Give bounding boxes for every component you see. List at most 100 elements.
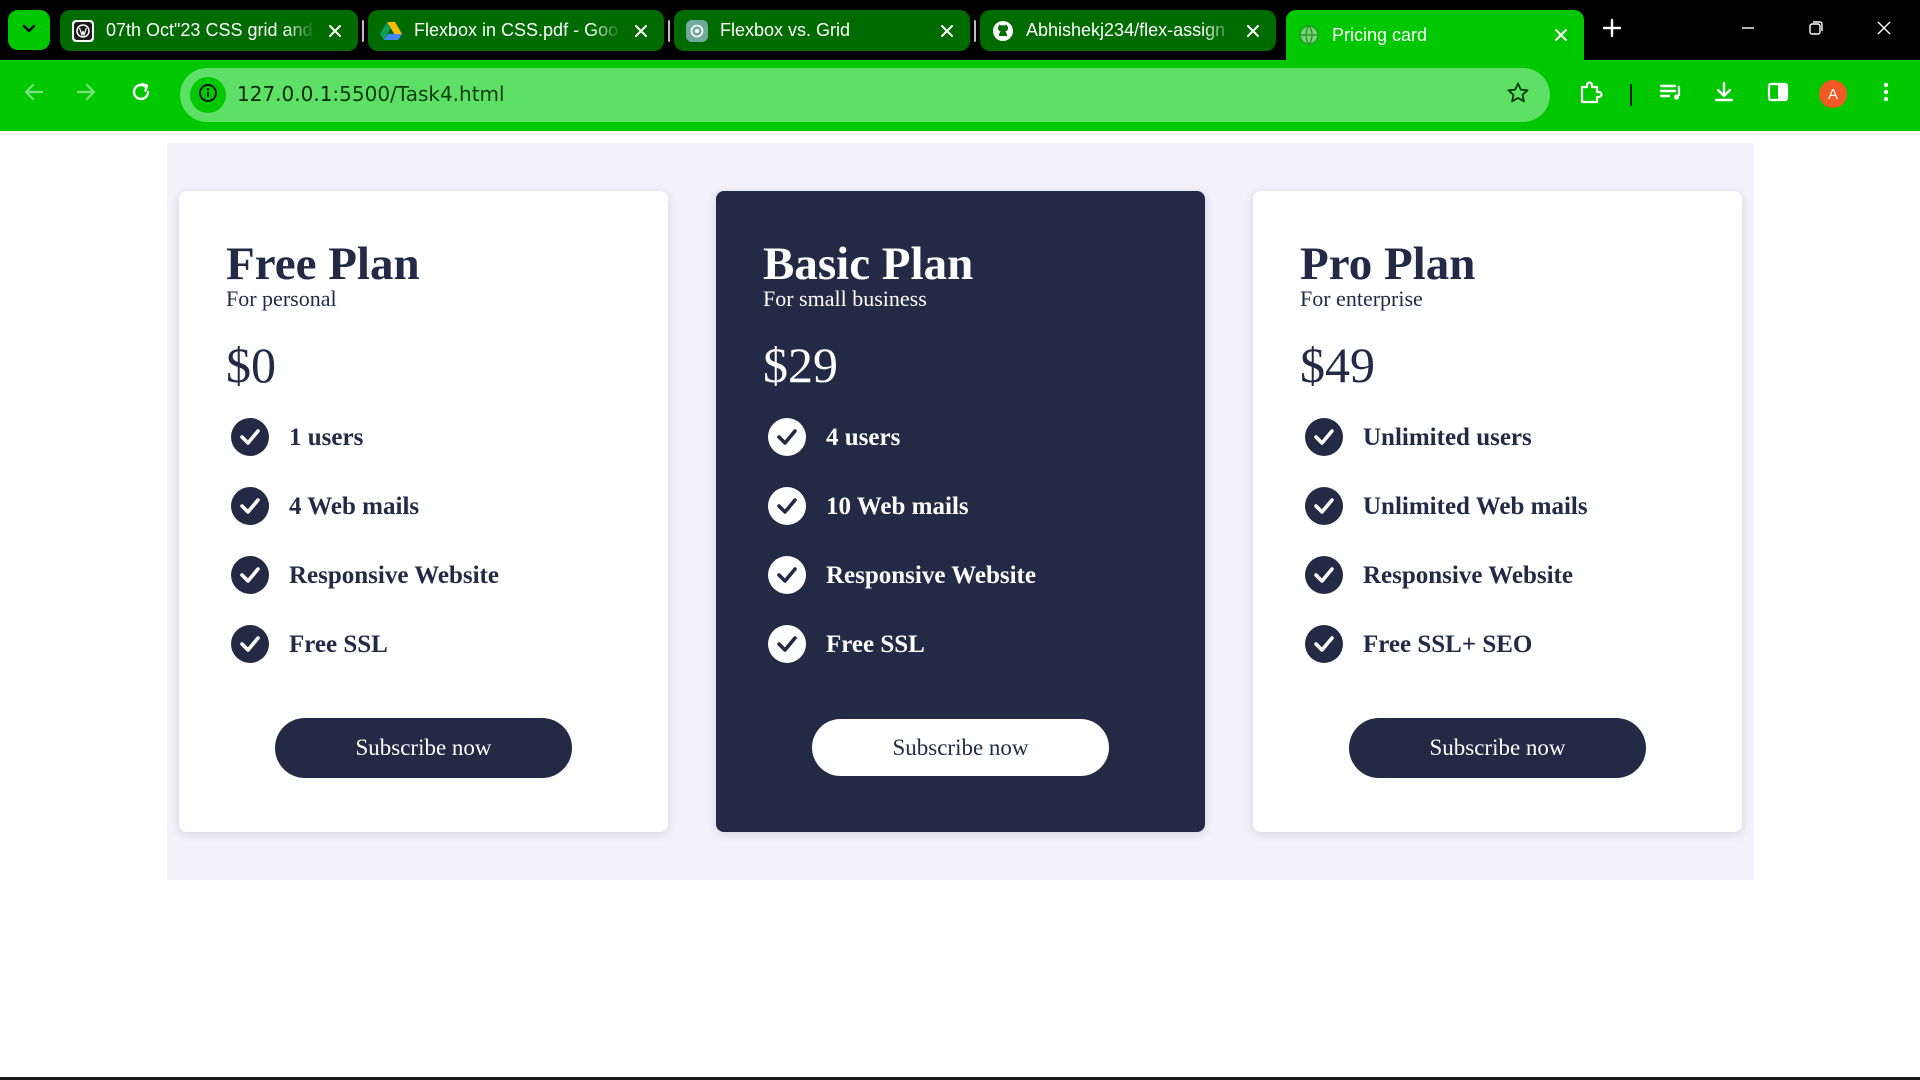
back-button[interactable] <box>14 74 54 114</box>
reload-button[interactable] <box>121 74 161 114</box>
feature-text: Unlimited users <box>1363 424 1532 451</box>
feature-text: Free SSL <box>289 631 388 658</box>
forward-button[interactable] <box>66 74 106 114</box>
plan-name: Free Plan <box>226 238 420 290</box>
check-circle-icon <box>231 556 269 594</box>
tab-separator <box>974 20 976 42</box>
more-vert-icon <box>1882 80 1890 109</box>
chevron-down-icon <box>21 20 37 41</box>
tab-title: Pricing card <box>1332 24 1428 45</box>
browser-menu-button[interactable] <box>1866 74 1906 114</box>
restore-button[interactable] <box>1796 12 1836 48</box>
star-icon <box>1506 81 1530 110</box>
feature-text: Responsive Website <box>1363 562 1573 589</box>
pricing-card-pro: Pro Plan For enterprise $49 Unlimited us… <box>1253 191 1742 832</box>
reload-icon <box>130 81 152 108</box>
plus-icon <box>1602 18 1622 43</box>
subscribe-button[interactable]: Subscribe now <box>1349 718 1646 778</box>
tab-flexbox-vs-grid[interactable]: Flexbox vs. Grid <box>674 10 970 51</box>
download-icon <box>1712 80 1736 109</box>
tab-pricing-card[interactable]: Pricing card <box>1286 10 1584 60</box>
check-circle-icon <box>1305 418 1343 456</box>
tab-css-grid[interactable]: 07th Oct"23 CSS grid and <box>60 10 358 51</box>
arrow-left-icon <box>23 81 45 108</box>
check-circle-icon <box>768 418 806 456</box>
tab-flexbox-pdf[interactable]: Flexbox in CSS.pdf - Goo <box>368 10 664 51</box>
reading-list-button[interactable] <box>1651 74 1691 114</box>
url-path: :5500/Task4.html <box>332 82 505 106</box>
plan-subtitle: For enterprise <box>1300 286 1423 311</box>
feature-text: 1 users <box>289 424 364 451</box>
tab-strip: 07th Oct"23 CSS grid and Flexbox in CSS.… <box>0 0 1920 60</box>
close-icon[interactable] <box>936 20 958 42</box>
feature-text: 10 Web mails <box>826 493 969 520</box>
check-circle-icon <box>768 487 806 525</box>
tab-github[interactable]: Abhishekj234/flex-assign <box>980 10 1276 51</box>
check-circle-icon <box>231 487 269 525</box>
close-icon[interactable] <box>324 20 346 42</box>
url-text[interactable]: 127.0.0.1:5500/Task4.html <box>237 82 505 106</box>
side-panel-button[interactable] <box>1758 74 1798 114</box>
tab-search-button[interactable] <box>8 10 50 50</box>
plan-price: $0 <box>226 337 276 393</box>
plan-price: $49 <box>1300 337 1375 393</box>
minimize-button[interactable] <box>1728 12 1768 48</box>
check-circle-icon <box>1305 625 1343 663</box>
check-circle-icon <box>768 556 806 594</box>
wordpress-icon <box>72 19 94 42</box>
bookmark-star-button[interactable] <box>1504 81 1532 109</box>
feature-text: Free SSL <box>826 631 925 658</box>
subscribe-button[interactable]: Subscribe now <box>275 718 572 778</box>
close-icon[interactable] <box>1550 24 1572 46</box>
feature-text: Responsive Website <box>826 562 1036 589</box>
check-circle-icon <box>1305 556 1343 594</box>
feature-text: Responsive Website <box>289 562 499 589</box>
pricing-card-free: Free Plan For personal $0 1 users 4 Web … <box>179 191 668 832</box>
check-circle-icon <box>768 625 806 663</box>
site-info-button[interactable] <box>190 77 226 113</box>
toolbar-border <box>0 129 1920 131</box>
plan-name: Basic Plan <box>763 238 974 290</box>
arrow-right-icon <box>75 81 97 108</box>
close-icon[interactable] <box>1242 20 1264 42</box>
check-circle-icon <box>231 625 269 663</box>
close-icon[interactable] <box>630 20 652 42</box>
tab-separator <box>668 20 670 42</box>
check-circle-icon <box>231 418 269 456</box>
profile-button[interactable]: A <box>1813 74 1853 114</box>
chatgpt-icon <box>686 19 708 42</box>
check-circle-icon <box>1305 487 1343 525</box>
feature-text: 4 users <box>826 424 901 451</box>
tab-separator <box>362 20 364 42</box>
extensions-button[interactable] <box>1571 74 1611 114</box>
playlist-icon <box>1658 80 1684 109</box>
feature-text: Free SSL+ SEO <box>1363 631 1533 658</box>
tab-title: Flexbox in CSS.pdf - Goo <box>414 20 619 40</box>
google-drive-icon <box>380 20 402 42</box>
subscribe-button[interactable]: Subscribe now <box>812 719 1109 776</box>
plan-name: Pro Plan <box>1300 238 1476 290</box>
new-tab-button[interactable] <box>1598 16 1626 44</box>
plan-price: $29 <box>763 337 838 393</box>
downloads-button[interactable] <box>1704 74 1744 114</box>
plan-subtitle: For personal <box>226 286 337 311</box>
tab-title: Flexbox vs. Grid <box>720 20 851 40</box>
tab-title: 07th Oct"23 CSS grid and <box>106 20 313 40</box>
close-window-button[interactable] <box>1864 12 1904 48</box>
close-icon <box>1876 20 1892 41</box>
github-icon <box>992 20 1014 42</box>
globe-icon <box>1298 24 1320 46</box>
browser-toolbar: 127.0.0.1:5500/Task4.html A <box>0 60 1920 129</box>
restore-icon <box>1808 20 1824 41</box>
pricing-card-basic: Basic Plan For small business $29 4 user… <box>716 191 1205 832</box>
side-panel-icon <box>1766 80 1790 109</box>
address-bar[interactable]: 127.0.0.1:5500/Task4.html <box>180 68 1550 122</box>
info-icon <box>198 83 218 108</box>
minimize-icon <box>1740 20 1756 41</box>
feature-text: Unlimited Web mails <box>1363 493 1588 520</box>
tab-title: Abhishekj234/flex-assign <box>1026 20 1226 40</box>
plan-subtitle: For small business <box>763 286 927 311</box>
feature-text: 4 Web mails <box>289 493 420 520</box>
toolbar-divider <box>1630 84 1632 106</box>
url-host: 127.0.0.1 <box>237 82 333 106</box>
